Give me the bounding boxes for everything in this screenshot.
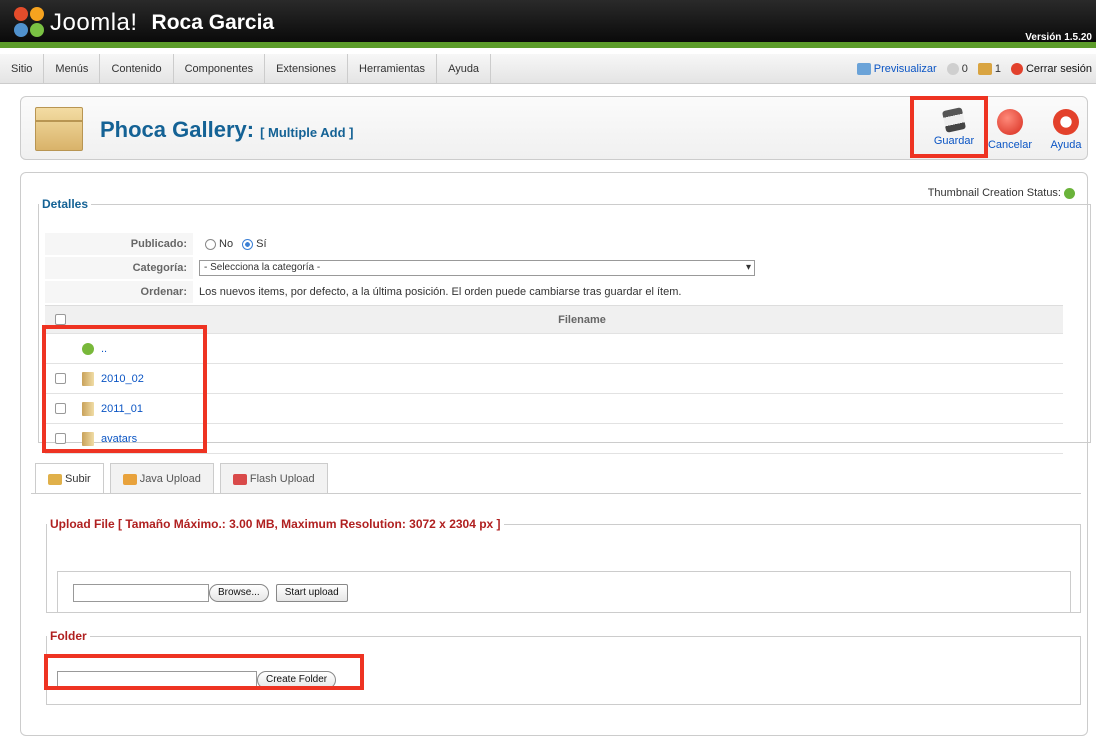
help-button[interactable]: Ayuda	[1041, 109, 1091, 151]
gallery-box-icon	[35, 107, 83, 151]
tab-subir-label: Subir	[65, 473, 91, 485]
joomla-logo: Joomla! Roca Garcia	[14, 6, 274, 40]
category-label: Categoría:	[45, 257, 193, 279]
users-count-value: 1	[994, 62, 1001, 75]
start-upload-button[interactable]: Start upload	[275, 584, 348, 602]
tab-java-label: Java Upload	[139, 473, 201, 485]
logo-text: Joomla!	[50, 9, 138, 36]
version-label: Versión 1.5.20	[1025, 32, 1092, 43]
published-no-label: No	[219, 238, 234, 250]
upload-fieldset: Upload File [ Tamaño Máximo.: 3.00 MB, M…	[46, 517, 1081, 613]
order-text: Los nuevos items, por defecto, a la últi…	[199, 286, 682, 298]
order-row: Ordenar: Los nuevos items, por defecto, …	[45, 281, 1065, 303]
save-highlight-box	[910, 96, 988, 158]
published-yes-label: Sí	[256, 238, 267, 250]
joomla-logo-icon	[14, 7, 46, 39]
order-label: Ordenar:	[45, 281, 193, 303]
help-label: Ayuda	[1050, 139, 1082, 151]
page-title-text: Phoca Gallery:	[100, 117, 255, 142]
logout-link[interactable]: Cerrar sesión	[1010, 62, 1092, 76]
browse-button[interactable]: Browse...	[209, 584, 269, 602]
messages-icon	[946, 63, 959, 76]
category-row: Categoría: - Selecciona la categoría -	[45, 257, 1065, 279]
cancel-label: Cancelar	[987, 139, 1033, 151]
users-count[interactable]: 1	[977, 62, 1001, 76]
site-name: Roca Garcia	[151, 11, 275, 34]
published-label: Publicado:	[45, 233, 193, 255]
header-bar: Joomla! Roca Garcia Versión 1.5.20	[0, 0, 1096, 48]
flash-icon	[232, 473, 247, 485]
folder-legend: Folder	[50, 629, 87, 643]
preview-icon	[856, 63, 871, 76]
page-title: Phoca Gallery: [ Multiple Add ]	[100, 117, 353, 143]
menu-item-extensiones[interactable]: Extensiones	[265, 54, 349, 84]
cancel-icon	[997, 109, 1023, 135]
menu-item-ayuda[interactable]: Ayuda	[437, 54, 492, 84]
published-no-radio[interactable]	[205, 238, 216, 250]
tab-flash-label: Flash Upload	[249, 473, 315, 485]
logout-icon	[1010, 63, 1023, 76]
file-path-input[interactable]	[73, 584, 209, 602]
folders-highlight-box	[42, 325, 207, 453]
category-select[interactable]: - Selecciona la categoría -	[199, 260, 755, 277]
tab-flash-upload[interactable]: Flash Upload	[219, 463, 328, 493]
users-icon	[977, 63, 992, 76]
tab-divider	[31, 493, 1081, 494]
menu-item-menus[interactable]: Menús	[44, 54, 101, 84]
upload-inner-box: Browse... Start upload	[57, 571, 1071, 613]
filename-header: Filename	[101, 305, 1063, 334]
lifebuoy-icon	[1053, 109, 1079, 135]
messages-count-value: 0	[961, 62, 968, 75]
preview-link[interactable]: Previsualizar	[856, 62, 937, 76]
cancel-button[interactable]: Cancelar	[985, 109, 1035, 151]
upload-legend: Upload File [ Tamaño Máximo.: 3.00 MB, M…	[50, 517, 501, 531]
menu-item-sitio[interactable]: Sitio	[0, 54, 45, 84]
upload-icon	[48, 473, 62, 485]
menu-item-componentes[interactable]: Componentes	[174, 54, 266, 84]
main-panel: Thumbnail Creation Status: Detalles Publ…	[20, 172, 1091, 736]
select-all-checkbox[interactable]	[54, 314, 66, 326]
logout-label: Cerrar sesión	[1025, 62, 1092, 75]
java-icon	[122, 473, 137, 485]
menu-bar: Sitio Menús Contenido Componentes Extens…	[0, 54, 1096, 84]
tab-java-upload[interactable]: Java Upload	[109, 463, 214, 493]
details-legend: Detalles	[42, 197, 89, 211]
menu-item-herramientas[interactable]: Herramientas	[348, 54, 438, 84]
published-yes-radio[interactable]	[242, 238, 254, 250]
upload-tabs: Subir Java Upload Flash Upload	[35, 463, 328, 494]
messages-count[interactable]: 0	[946, 62, 968, 76]
published-row: Publicado: No Sí	[45, 233, 1065, 255]
preview-label: Previsualizar	[873, 62, 937, 75]
page-subtitle: [ Multiple Add ]	[260, 125, 354, 140]
folder-input-highlight-box	[44, 654, 364, 690]
menu-item-contenido[interactable]: Contenido	[100, 54, 174, 84]
tab-subir[interactable]: Subir	[35, 463, 104, 494]
